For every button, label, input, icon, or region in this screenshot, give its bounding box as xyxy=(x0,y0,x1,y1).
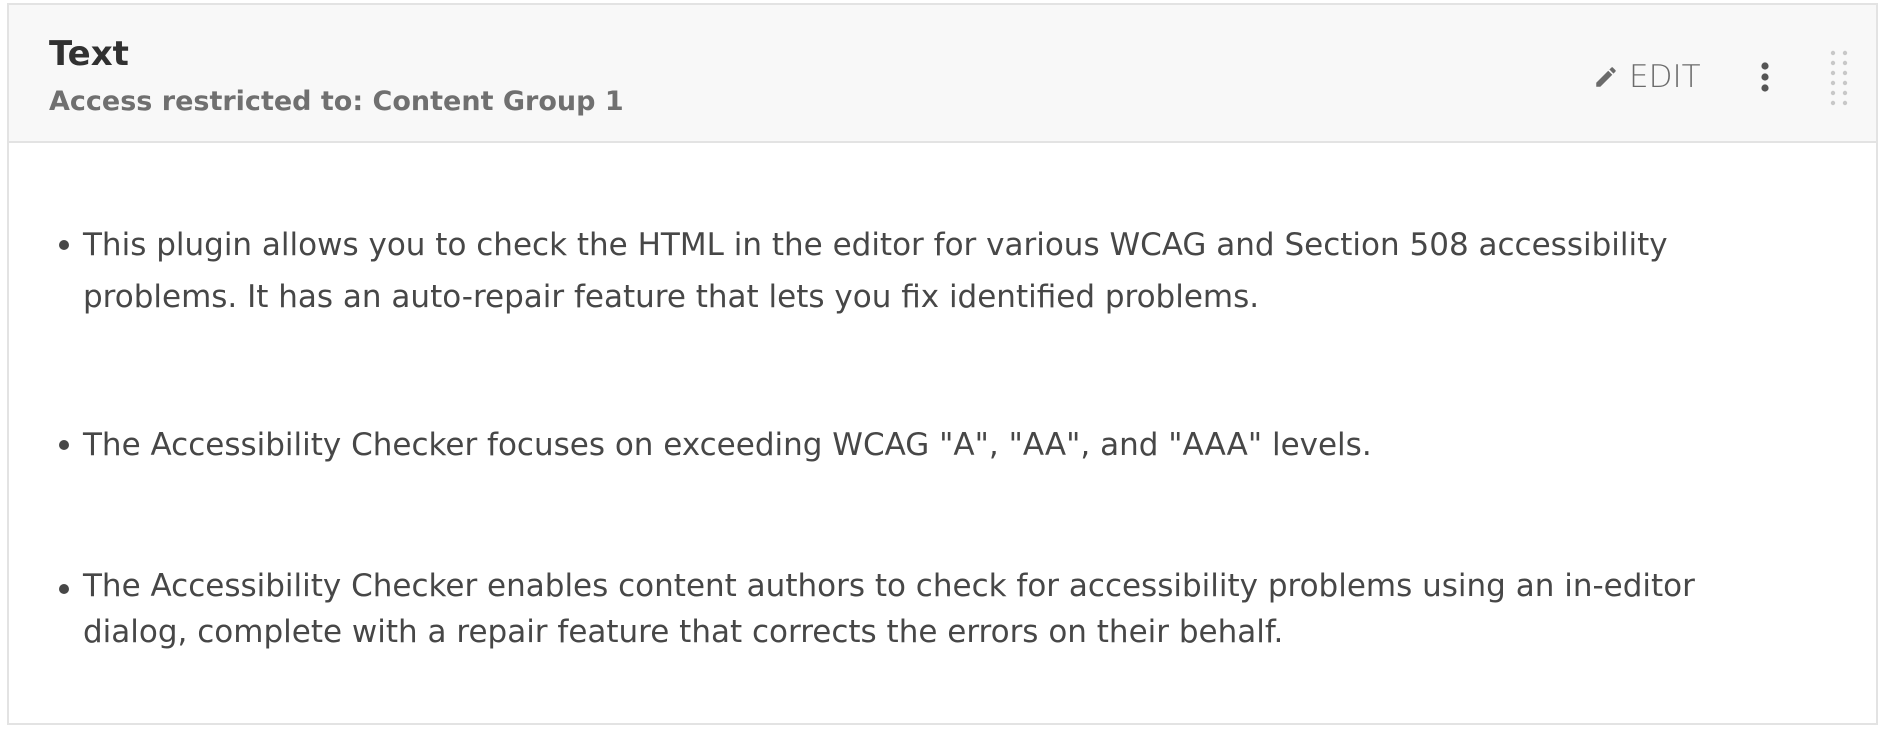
edit-label: EDIT xyxy=(1629,59,1701,95)
bullet-dot xyxy=(59,440,69,450)
list-item: The Accessibility Checker focuses on exc… xyxy=(59,419,1773,471)
block-title: Text xyxy=(49,34,129,74)
edit-button[interactable]: EDIT xyxy=(1593,57,1701,97)
list-item-text: The Accessibility Checker focuses on exc… xyxy=(83,427,1372,463)
list-item: The Accessibility Checker enables conten… xyxy=(59,563,1773,655)
pencil-icon xyxy=(1593,64,1619,90)
vertical-ellipsis-icon xyxy=(1761,62,1769,92)
bullet-dot xyxy=(59,584,69,594)
more-options-button[interactable] xyxy=(1751,61,1779,93)
list-item-text: This plugin allows you to check the HTML… xyxy=(83,227,1668,315)
drag-handle[interactable] xyxy=(1827,49,1851,107)
xblock-card: Text Access restricted to: Content Group… xyxy=(7,3,1878,725)
list-item-text: The Accessibility Checker enables conten… xyxy=(83,568,1695,650)
list-item: This plugin allows you to check the HTML… xyxy=(59,219,1773,323)
drag-handle-icon xyxy=(1830,50,1848,106)
card-header: Text Access restricted to: Content Group… xyxy=(9,5,1876,143)
access-restriction-text: Access restricted to: Content Group 1 xyxy=(49,86,624,117)
bullet-dot xyxy=(59,240,69,250)
